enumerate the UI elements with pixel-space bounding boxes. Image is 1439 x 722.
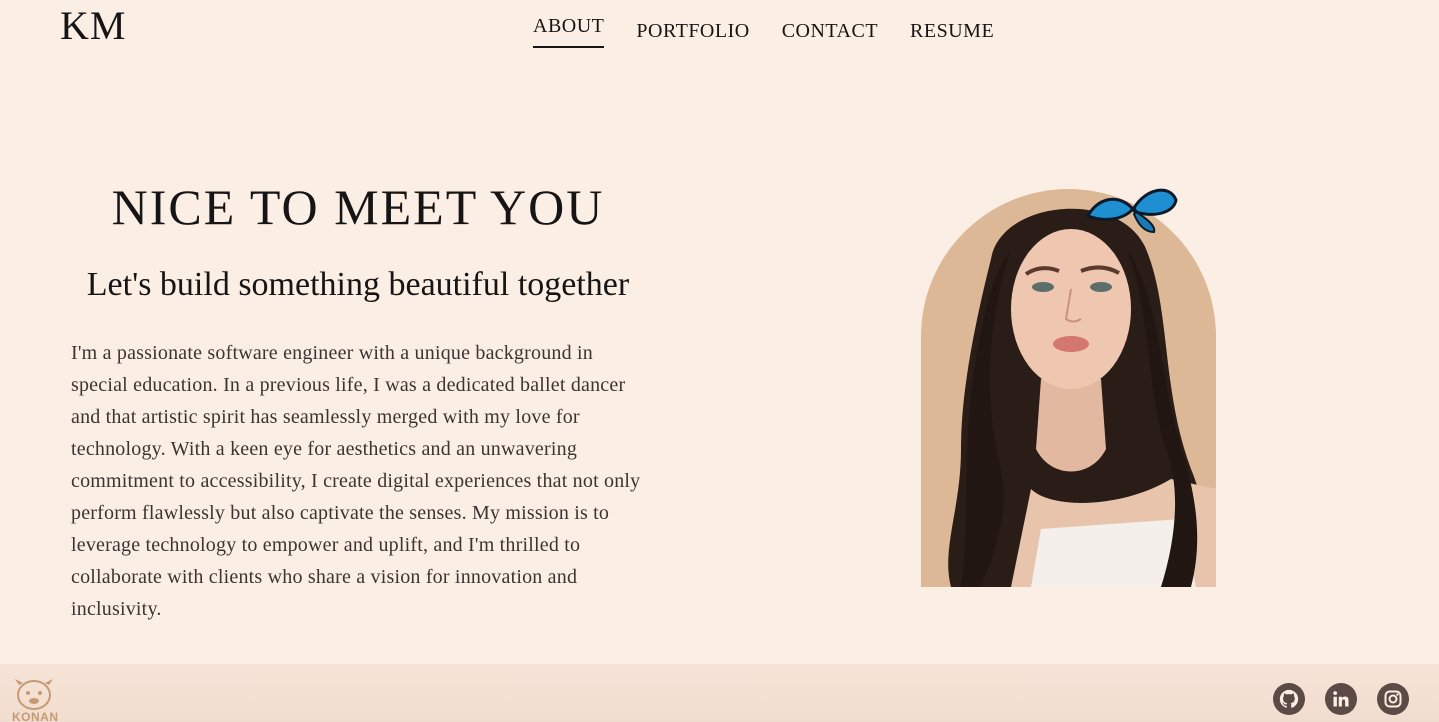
- nav-about[interactable]: ABOUT: [533, 15, 605, 48]
- page-subheading: Let's build something beautiful together: [86, 266, 630, 303]
- github-icon: [1279, 689, 1299, 708]
- mascot-text: KONAN: [12, 710, 59, 722]
- nav-contact[interactable]: CONTACT: [782, 20, 878, 53]
- nav-portfolio[interactable]: PORTFOLIO: [636, 20, 749, 53]
- github-link[interactable]: [1273, 683, 1305, 715]
- linkedin-link[interactable]: [1325, 683, 1357, 715]
- bio-paragraph: I'm a passionate software engineer with …: [71, 342, 641, 620]
- nav-resume[interactable]: RESUME: [910, 20, 994, 53]
- footer: [0, 664, 1439, 722]
- page: KM ABOUT PORTFOLIO CONTACT RESUME NICE T…: [0, 0, 1439, 722]
- main-nav: ABOUT PORTFOLIO CONTACT RESUME: [533, 15, 1026, 53]
- instagram-link[interactable]: [1377, 683, 1409, 715]
- site-logo[interactable]: KM: [60, 2, 126, 49]
- profile-photo: [921, 189, 1216, 587]
- butterfly-icon: [1086, 188, 1178, 234]
- instagram-icon: [1384, 690, 1402, 708]
- page-heading: NICE TO MEET YOU: [111, 179, 605, 235]
- pug-mascot-icon: [15, 679, 53, 710]
- linkedin-icon: [1333, 691, 1349, 707]
